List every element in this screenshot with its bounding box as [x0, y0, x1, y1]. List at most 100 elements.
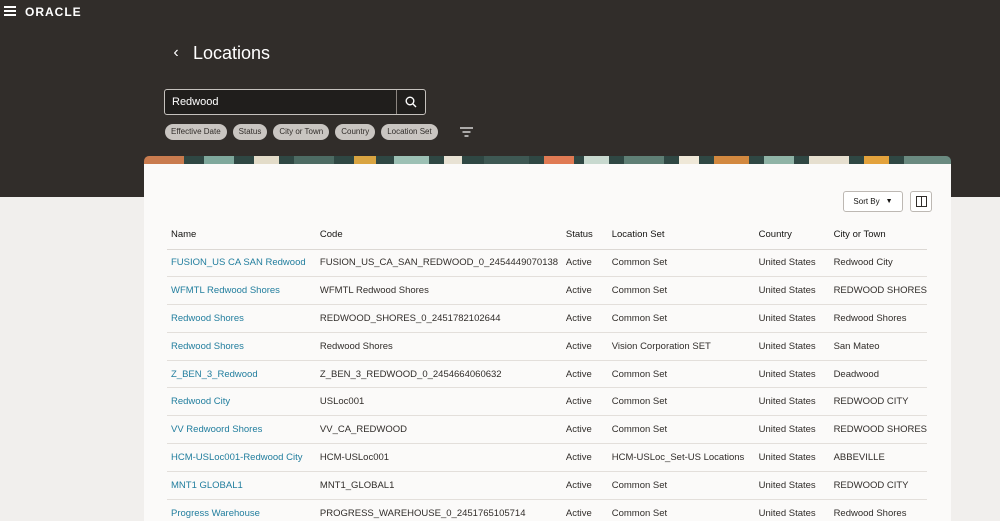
cell-city: Deadwood [829, 360, 927, 389]
location-name-link[interactable]: Redwood City [171, 396, 230, 407]
cell-status: Active [561, 387, 608, 417]
table-row[interactable]: Redwood City USLoc001 Active Common Set Unit… [167, 387, 927, 417]
location-name-link[interactable]: Redwood Shores [171, 313, 244, 324]
cell-code: USLoc001 [315, 387, 562, 417]
cell-name: HCM-USLoc001-Redwood City [167, 443, 316, 472]
cell-country: United States [754, 360, 830, 389]
menu-icon[interactable] [4, 6, 16, 16]
cell-location-set: Common Set [607, 387, 755, 417]
cell-status: Active [561, 443, 608, 472]
cell-code: VV_CA_REDWOOD [315, 415, 562, 445]
cell-city: REDWOOD CITY [829, 471, 927, 500]
cell-location-set: Common Set [607, 499, 755, 521]
cell-status: Active [561, 499, 608, 521]
cell-name: VV Redwoord Shores [167, 415, 316, 445]
table-row[interactable]: WFMTL Redwood Shores WFMTL Redwood Shores… [167, 276, 927, 306]
page-title: Locations [193, 43, 271, 63]
location-name-link[interactable]: Progress Warehouse [171, 508, 260, 519]
cell-city: Redwood City [829, 249, 927, 278]
table-row[interactable]: Progress Warehouse PROGRESS_WAREHOUSE_0_2… [167, 499, 927, 521]
filter-chip-city[interactable]: City or Town [273, 124, 330, 140]
cell-city: REDWOOD SHORES [829, 415, 927, 445]
column-header-code[interactable]: Code [315, 221, 562, 250]
locations-card: Sort By ▼ Name Code Status Location Set … [144, 164, 951, 521]
cell-country: United States [754, 471, 830, 500]
location-name-link[interactable]: WFMTL Redwood Shores [171, 285, 280, 296]
location-name-link[interactable]: MNT1 GLOBAL1 [171, 480, 243, 491]
cell-location-set: Common Set [607, 276, 755, 306]
cell-country: United States [754, 443, 830, 472]
search-button[interactable] [396, 90, 425, 114]
cell-location-set: Vision Corporation SET [607, 332, 755, 361]
cell-name: WFMTL Redwood Shores [167, 276, 316, 306]
filter-chip-status[interactable]: Status [232, 124, 268, 140]
cell-code: WFMTL Redwood Shores [315, 276, 562, 306]
cell-country: United States [754, 276, 830, 306]
cell-name: Z_BEN_3_Redwood [167, 360, 316, 389]
cell-status: Active [561, 360, 608, 389]
table-row[interactable]: FUSION_US CA SAN Redwood FUSION_US_CA_SAN… [167, 249, 927, 278]
cell-code: FUSION_US_CA_SAN_REDWOOD_0_2454449070138 [315, 249, 562, 278]
cell-status: Active [561, 332, 608, 361]
table-row[interactable]: VV Redwoord Shores VV_CA_REDWOOD Active Com… [167, 415, 927, 445]
column-header-location-set[interactable]: Location Set [607, 221, 755, 250]
cell-country: United States [754, 387, 830, 417]
columns-icon [915, 196, 927, 207]
oracle-logo: ORACLE [25, 5, 82, 19]
cell-name: MNT1 GLOBAL1 [167, 471, 316, 500]
location-name-link[interactable]: HCM-USLoc001-Redwood City [171, 452, 302, 463]
card-banner-art [144, 156, 951, 164]
cell-code: MNT1_GLOBAL1 [315, 471, 562, 500]
cell-country: United States [754, 249, 830, 278]
table-row[interactable]: HCM-USLoc001-Redwood City HCM-USLoc001 Act… [167, 443, 927, 472]
cell-country: United States [754, 499, 830, 521]
cell-name: Redwood Shores [167, 304, 316, 333]
cell-location-set: Common Set [607, 249, 755, 278]
cell-city: Redwood Shores [829, 304, 927, 333]
location-name-link[interactable]: Redwood Shores [171, 341, 244, 352]
table-row[interactable]: Z_BEN_3_Redwood Z_BEN_3_REDWOOD_0_2454664… [167, 360, 927, 389]
cell-code: REDWOOD_SHORES_0_2451782102644 [315, 304, 562, 333]
column-header-name[interactable]: Name [167, 221, 316, 250]
back-button[interactable]: ‹ [167, 43, 185, 63]
table-row[interactable]: Redwood Shores REDWOOD_SHORES_0_245178210… [167, 304, 927, 333]
table-row[interactable]: Redwood Shores Redwood Shores Active Vision… [167, 332, 927, 361]
locations-table: Name Code Status Location Set Country Ci… [167, 221, 927, 521]
column-header-country[interactable]: Country [754, 221, 830, 250]
cell-status: Active [561, 304, 608, 333]
location-name-link[interactable]: VV Redwoord Shores [171, 424, 262, 435]
cell-city: San Mateo [829, 332, 927, 361]
column-header-city[interactable]: City or Town [829, 221, 927, 250]
cell-name: FUSION_US CA SAN Redwood [167, 249, 316, 278]
caret-down-icon: ▼ [885, 198, 893, 205]
cell-code: Z_BEN_3_REDWOOD_0_2454664060632 [315, 360, 562, 389]
cell-location-set: Common Set [607, 415, 755, 445]
search-icon [405, 96, 417, 108]
cell-location-set: HCM-USLoc_Set-US Locations [607, 443, 755, 472]
table-row[interactable]: MNT1 GLOBAL1 MNT1_GLOBAL1 Active Common Set… [167, 471, 927, 500]
cell-code: HCM-USLoc001 [315, 443, 562, 472]
cell-location-set: Common Set [607, 304, 755, 333]
cell-country: United States [754, 415, 830, 445]
sort-by-button[interactable]: Sort By ▼ [843, 191, 903, 212]
filter-chip-country[interactable]: Country [335, 124, 376, 140]
filter-chip-location-set[interactable]: Location Set [381, 124, 438, 140]
cell-status: Active [561, 276, 608, 306]
cell-code: Redwood Shores [315, 332, 562, 361]
cell-city: REDWOOD SHORES [829, 276, 927, 306]
cell-country: United States [754, 332, 830, 361]
location-name-link[interactable]: FUSION_US CA SAN Redwood [171, 257, 306, 268]
location-name-link[interactable]: Z_BEN_3_Redwood [171, 369, 258, 380]
cell-city: Redwood Shores [829, 499, 927, 521]
column-header-status[interactable]: Status [561, 221, 608, 250]
table-header-row: Name Code Status Location Set Country Ci… [167, 221, 927, 250]
cell-name: Redwood City [167, 387, 316, 417]
filter-icon[interactable] [460, 126, 473, 138]
cell-status: Active [561, 415, 608, 445]
search-input[interactable] [165, 90, 396, 114]
filter-chip-effective-date[interactable]: Effective Date [165, 124, 227, 140]
columns-button[interactable] [910, 191, 932, 212]
cell-country: United States [754, 304, 830, 333]
cell-status: Active [561, 471, 608, 500]
cell-location-set: Common Set [607, 471, 755, 500]
